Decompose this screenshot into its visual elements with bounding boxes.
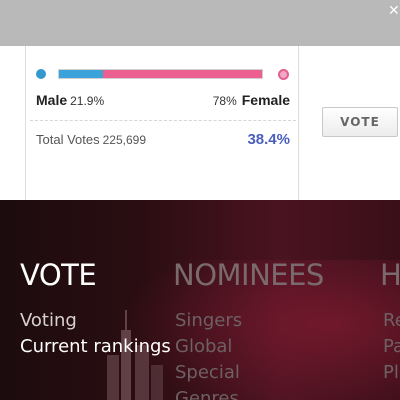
female-percent: 78% [212, 94, 237, 108]
close-icon[interactable]: ✕ [388, 4, 400, 18]
male-stat: Male 21.9% [36, 92, 104, 108]
nav-link-third-3[interactable]: Pl [383, 362, 399, 383]
footer-nav: VOTE NOMINEES H Voting Current rankings … [0, 200, 400, 400]
nav-link-voting[interactable]: Voting [20, 310, 77, 331]
male-bar-fill [59, 70, 104, 78]
vote-button[interactable]: VOTE [322, 107, 398, 137]
female-stat: 78% Female [213, 92, 290, 108]
nav-link-singers[interactable]: Singers [175, 310, 242, 331]
female-dot-icon [278, 69, 289, 80]
male-dot-icon [36, 69, 46, 79]
total-votes-count: 225,699 [102, 133, 146, 147]
vote-share-percent: 38.4% [247, 131, 290, 148]
nav-heading-third[interactable]: H [380, 258, 400, 292]
total-votes-label: Total Votes [36, 132, 100, 147]
nav-heading-nominees[interactable]: NOMINEES [173, 258, 324, 292]
nav-link-global[interactable]: Global [175, 336, 232, 357]
divider-left [25, 46, 26, 200]
male-label: Male [36, 92, 68, 108]
male-percent: 21.9% [70, 94, 105, 108]
nav-link-special[interactable]: Special [175, 362, 240, 383]
gender-ratio-bar [58, 69, 263, 79]
nav-link-third-2[interactable]: Pa [383, 336, 400, 357]
divider-right [298, 46, 299, 200]
nav-link-genres[interactable]: Genres [175, 388, 239, 400]
nav-heading-vote[interactable]: VOTE [20, 258, 97, 292]
nav-link-third-1[interactable]: Re [383, 310, 400, 331]
female-bar-fill [103, 70, 262, 78]
top-bar: ✕ [0, 0, 400, 46]
female-label: Female [241, 92, 290, 108]
dashed-divider [30, 120, 296, 121]
total-votes: Total Votes 225,699 [36, 132, 146, 147]
nav-link-current-rankings[interactable]: Current rankings [20, 336, 171, 357]
